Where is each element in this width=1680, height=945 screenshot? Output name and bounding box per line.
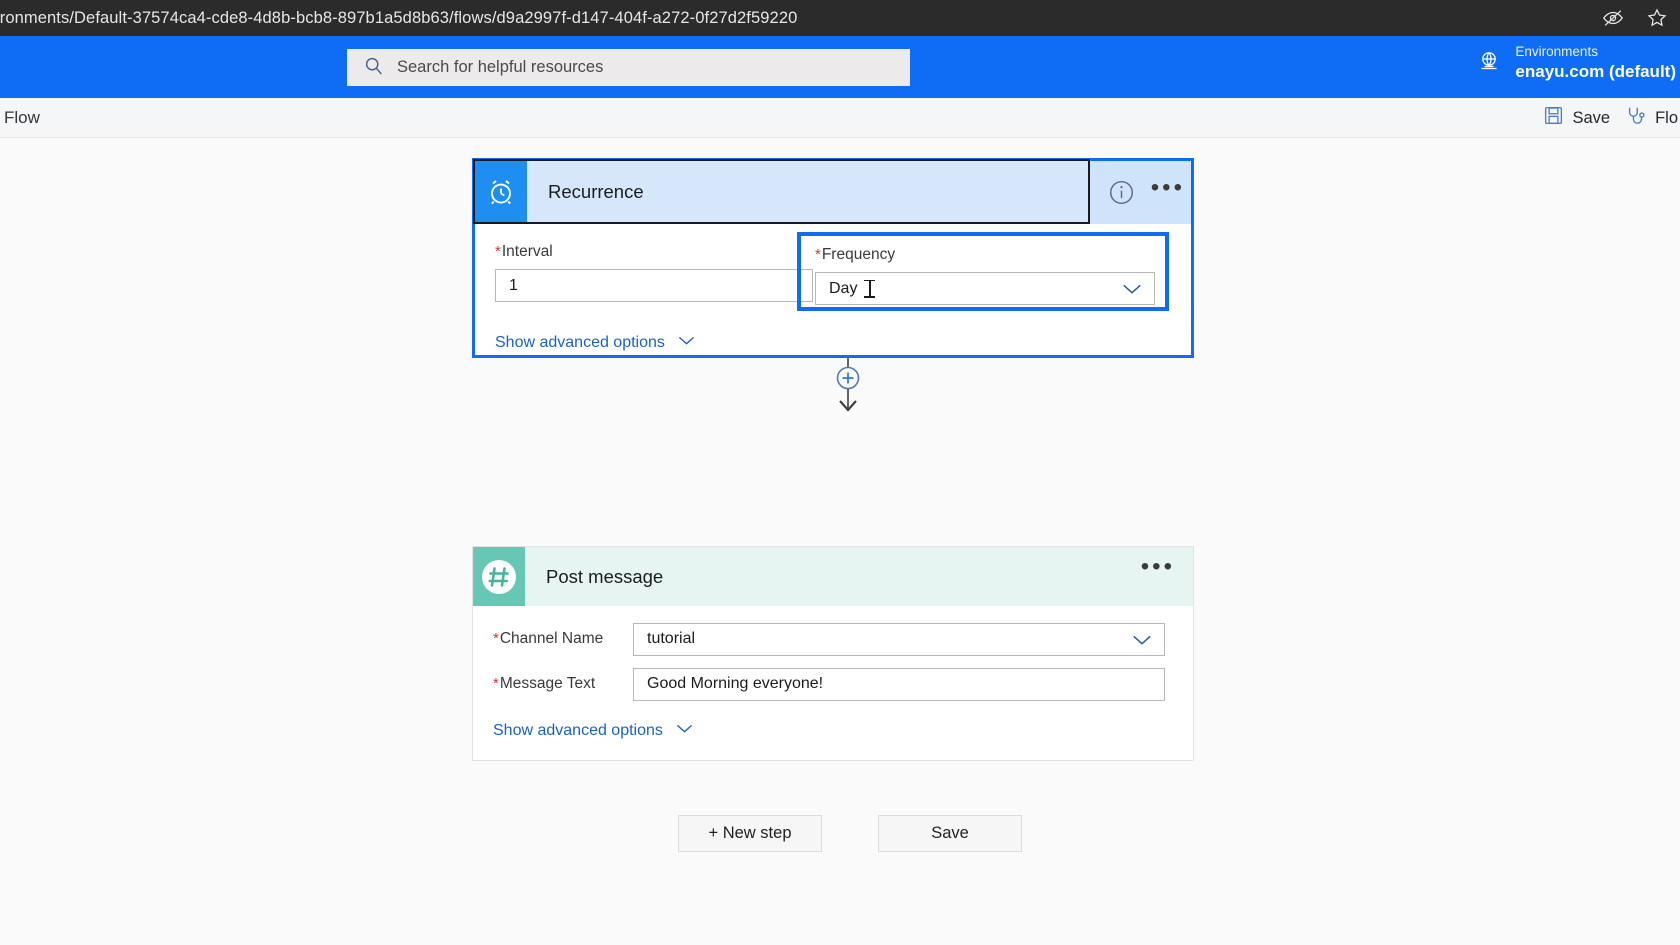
recurrence-show-advanced-options[interactable]: Show advanced options [495, 334, 696, 352]
flow-checker-button-label: Flo [1655, 108, 1678, 127]
frequency-label: * Frequency [815, 246, 1155, 264]
flow-checker-stethoscope-icon [1625, 105, 1647, 132]
command-bar-actions: Save Flo [1541, 98, 1680, 138]
app-header: Search for helpful resources Environment… [0, 36, 1680, 98]
page-title: Flow [4, 108, 40, 127]
save-button-label: Save [1572, 108, 1611, 127]
slack-hash-icon [473, 547, 525, 606]
message-text-input[interactable]: Good Morning everyone! [633, 667, 1165, 701]
flow-checker-button[interactable]: Flo [1623, 101, 1680, 136]
channel-name-label: * Channel Name [473, 630, 633, 648]
environment-selector[interactable]: Environments enayu.com (default) [1475, 44, 1676, 82]
recurrence-header-focus-frame[interactable]: Recurrence [473, 159, 1090, 224]
search-icon [363, 55, 384, 81]
interval-label: * Interval [495, 243, 813, 261]
chevron-down-icon[interactable] [1121, 281, 1143, 302]
required-marker: * [493, 630, 499, 647]
frequency-field-group: * Frequency Day [815, 246, 1155, 305]
recurrence-card-header[interactable]: ••• Recurrence [473, 159, 1191, 224]
browser-url-bar: ironments/Default-37574ca4-cde8-4d8b-bcb… [0, 0, 1680, 36]
channel-name-dropdown[interactable]: tutorial [633, 622, 1165, 656]
eye-off-icon[interactable] [1602, 7, 1624, 29]
recurrence-card[interactable]: ••• Recurrence * Interval 1 * Frequency … [472, 158, 1194, 358]
recurrence-header-actions: ••• [1108, 161, 1185, 224]
frequency-value: Day [829, 279, 858, 297]
post-message-show-advanced-options-label: Show advanced options [493, 722, 663, 739]
canvas-bottom-buttons: + New step Save [678, 815, 1022, 852]
required-marker: * [815, 246, 821, 263]
post-message-card-header[interactable]: Post message ••• [473, 547, 1193, 606]
interval-value: 1 [509, 276, 518, 294]
required-marker: * [495, 243, 501, 260]
post-message-show-advanced-options[interactable]: Show advanced options [493, 722, 694, 740]
search-input[interactable]: Search for helpful resources [347, 49, 910, 86]
interval-input[interactable]: 1 [495, 269, 813, 302]
message-text-label: * Message Text [473, 675, 633, 693]
recurrence-card-title: Recurrence [548, 180, 644, 202]
chevron-down-icon[interactable] [1131, 632, 1153, 653]
environment-value: enayu.com (default) [1515, 61, 1676, 81]
canvas-save-button[interactable]: Save [878, 815, 1022, 852]
save-button[interactable]: Save [1541, 101, 1612, 135]
save-floppy-icon [1543, 105, 1564, 131]
browser-action-icons [1602, 0, 1668, 36]
channel-name-label-text: Channel Name [499, 630, 604, 647]
channel-name-value: tutorial [647, 630, 696, 647]
new-step-button[interactable]: + New step [678, 815, 822, 852]
more-options-icon[interactable]: ••• [1151, 175, 1185, 204]
frequency-dropdown[interactable]: Day [815, 272, 1155, 305]
post-message-card-title: Post message [546, 565, 664, 587]
chevron-down-icon [677, 334, 696, 352]
channel-name-row: * Channel Name tutorial [473, 619, 1193, 659]
message-text-row: * Message Text Good Morning everyone! [473, 664, 1193, 704]
frequency-label-text: Frequency [821, 246, 896, 263]
environment-label: Environments [1515, 44, 1598, 59]
required-marker: * [493, 675, 499, 692]
frequency-highlight-frame: * Frequency Day [797, 232, 1169, 311]
search-placeholder: Search for helpful resources [397, 58, 604, 76]
more-options-icon[interactable]: ••• [1141, 555, 1175, 583]
chevron-down-icon [675, 722, 694, 740]
interval-field-group: * Interval 1 [495, 243, 813, 302]
flow-canvas: ••• Recurrence * Interval 1 * Frequency … [0, 138, 1680, 945]
interval-label-text: Interval [501, 243, 553, 260]
globe-environment-icon [1475, 47, 1503, 80]
recurrence-show-advanced-options-label: Show advanced options [495, 334, 665, 351]
url-text[interactable]: ironments/Default-37574ca4-cde8-4d8b-bcb… [0, 9, 797, 28]
alarm-clock-icon [475, 161, 527, 222]
text-cursor-icon [864, 279, 876, 298]
command-bar: Flow Save Flo [0, 98, 1680, 138]
star-icon[interactable] [1646, 7, 1668, 29]
add-step-connector[interactable] [823, 358, 873, 420]
post-message-card[interactable]: Post message ••• * Channel Name tutorial… [472, 546, 1194, 761]
message-text-value: Good Morning everyone! [647, 675, 824, 692]
message-text-label-text: Message Text [499, 675, 596, 692]
info-icon[interactable] [1108, 179, 1135, 206]
